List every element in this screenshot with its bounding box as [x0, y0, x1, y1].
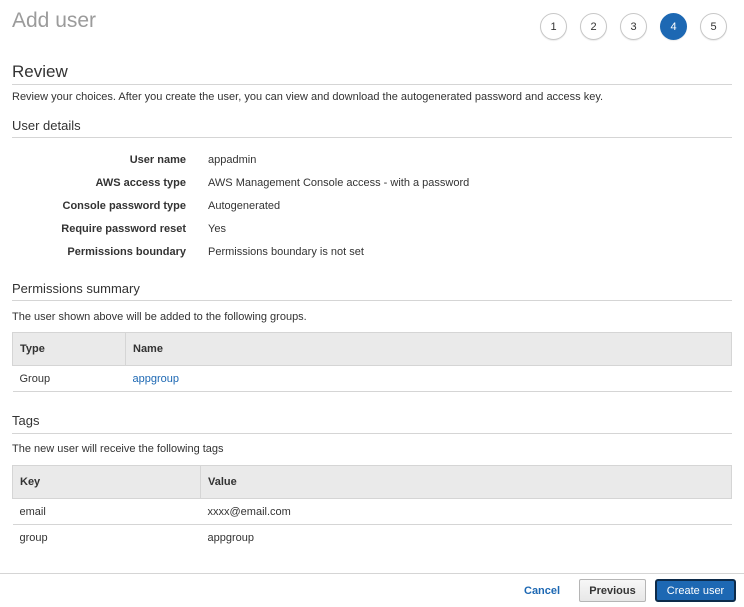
detail-value: appadmin	[208, 153, 257, 166]
detail-value: Yes	[208, 223, 226, 236]
tags-table: Key Value email xxxx@email.com group app…	[12, 465, 732, 551]
permissions-table: Type Name Group appgroup	[12, 332, 732, 392]
group-link[interactable]: appgroup	[133, 373, 180, 385]
footer-divider	[0, 573, 744, 574]
detail-row-password-type: Console password type Autogenerated	[12, 194, 712, 217]
cell-key: email	[12, 498, 201, 525]
detail-label: Require password reset	[61, 223, 186, 236]
table-row: email xxxx@email.com	[12, 498, 732, 525]
cell-value: appgroup	[207, 531, 255, 544]
step-4-active[interactable]: 4	[660, 13, 687, 40]
detail-label: AWS access type	[95, 176, 187, 189]
divider	[12, 300, 732, 301]
detail-label: Console password type	[62, 199, 186, 212]
user-details-list: User name appadmin AWS access type AWS M…	[12, 148, 712, 264]
column-header-value[interactable]: Value	[200, 465, 732, 499]
detail-value: Autogenerated	[208, 199, 281, 212]
detail-row-user-name: User name appadmin	[12, 148, 712, 171]
page-title: Add user	[12, 9, 97, 32]
detail-row-access-type: AWS access type AWS Management Console a…	[12, 171, 712, 194]
permissions-description: The user shown above will be added to th…	[12, 311, 307, 323]
column-header-type[interactable]: Type	[12, 332, 126, 366]
table-row: group appgroup	[13, 525, 732, 551]
review-heading: Review	[12, 62, 68, 81]
step-3[interactable]: 3	[620, 13, 647, 40]
divider	[12, 137, 732, 138]
tags-description: The new user will receive the following …	[12, 443, 224, 455]
step-2[interactable]: 2	[580, 13, 607, 40]
column-header-key[interactable]: Key	[12, 465, 201, 499]
cancel-button[interactable]: Cancel	[514, 579, 570, 602]
step-5[interactable]: 5	[700, 13, 727, 40]
tags-heading: Tags	[12, 413, 40, 428]
cell-name: appgroup	[125, 365, 732, 392]
wizard-steps: 1 2 3 4 5	[540, 13, 727, 40]
create-user-button[interactable]: Create user	[655, 579, 736, 602]
user-details-heading: User details	[12, 118, 81, 133]
cell-key: group	[19, 531, 48, 544]
review-description: Review your choices. After you create th…	[12, 91, 604, 103]
column-header-name[interactable]: Name	[125, 332, 732, 366]
divider	[12, 433, 732, 434]
detail-label: User name	[129, 153, 186, 166]
detail-row-password-reset: Require password reset Yes	[12, 218, 712, 241]
detail-value: Permissions boundary is not set	[208, 246, 364, 259]
table-row: Group appgroup	[12, 365, 732, 392]
table-header-row: Key Value	[12, 465, 732, 499]
detail-value: AWS Management Console access - with a p…	[208, 176, 470, 189]
cell-type: Group	[12, 365, 126, 392]
table-header-row: Type Name	[12, 332, 732, 366]
cell-value: xxxx@email.com	[200, 498, 732, 525]
detail-row-permissions-boundary: Permissions boundary Permissions boundar…	[12, 241, 712, 264]
previous-button[interactable]: Previous	[579, 579, 646, 602]
detail-label: Permissions boundary	[67, 246, 186, 259]
permissions-heading: Permissions summary	[12, 281, 140, 296]
divider	[12, 84, 732, 85]
step-1[interactable]: 1	[540, 13, 567, 40]
